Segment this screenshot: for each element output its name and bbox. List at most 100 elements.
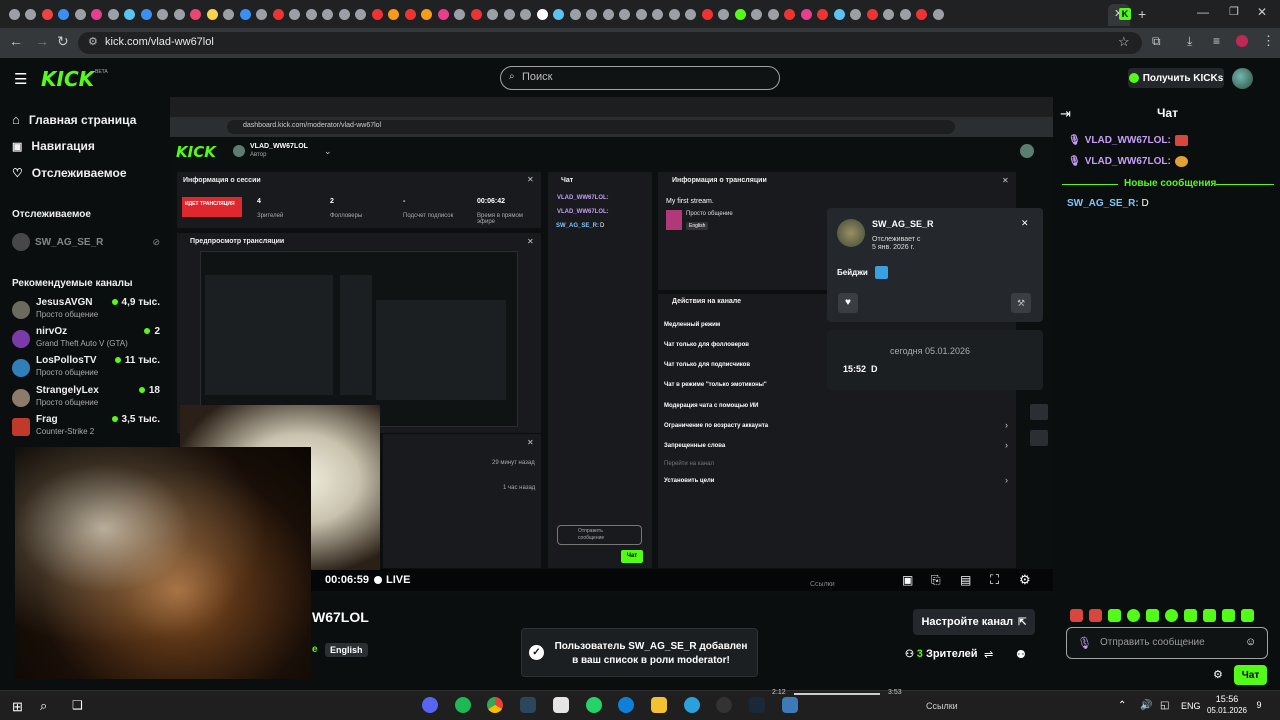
reading-list-icon[interactable]: ≡	[1213, 34, 1220, 48]
browser-tab[interactable]	[23, 0, 39, 28]
browser-tab[interactable]	[518, 0, 534, 28]
browser-tab[interactable]	[72, 0, 88, 28]
browser-tab[interactable]	[468, 0, 484, 28]
chat-username[interactable]: VLAD_WW67LOL:	[1085, 135, 1171, 146]
category-link[interactable]: е	[312, 644, 318, 655]
emote-icon[interactable]	[1127, 609, 1140, 622]
browser-tab[interactable]	[221, 0, 237, 28]
browser-tab[interactable]	[782, 0, 798, 28]
recommended-channel[interactable]: JesusAVGN Просто общение 4,9 тыс.	[12, 297, 160, 325]
whatsapp-icon[interactable]	[586, 697, 602, 713]
back-icon[interactable]: ←	[9, 33, 23, 49]
chat-settings-icon[interactable]: ⚙	[1213, 668, 1223, 681]
browser-tab[interactable]	[303, 0, 319, 28]
browser-tab[interactable]	[237, 0, 253, 28]
emoji-picker-icon[interactable]: ☺	[1245, 636, 1256, 648]
clip-icon[interactable]: ⎘	[931, 573, 941, 588]
share-icon[interactable]: ⇌	[984, 648, 993, 661]
forward-icon[interactable]: →	[35, 33, 49, 49]
browser-tab[interactable]	[551, 0, 567, 28]
volume-icon[interactable]: 🔊	[1140, 700, 1152, 711]
emote-icon[interactable]	[1070, 609, 1083, 622]
download-icon[interactable]: ⤓	[1187, 34, 1192, 49]
emote-icon[interactable]	[1241, 609, 1254, 622]
app-icon[interactable]	[782, 697, 798, 713]
search-icon[interactable]: ⌕	[40, 698, 47, 714]
emote-icon[interactable]	[1089, 609, 1102, 622]
chat-send-button[interactable]: Чат	[1234, 665, 1267, 685]
browser-tab[interactable]	[320, 0, 336, 28]
browser-tab[interactable]	[122, 0, 138, 28]
browser-tab[interactable]	[897, 0, 913, 28]
browser-tab[interactable]	[881, 0, 897, 28]
browser-tab[interactable]	[6, 0, 22, 28]
telegram-icon[interactable]	[684, 697, 700, 713]
sidebar-item-home[interactable]: ⌂ Главная страница	[12, 112, 136, 127]
browser-tab[interactable]	[815, 0, 831, 28]
clock-time[interactable]: 15:56	[1212, 694, 1242, 704]
discord-icon[interactable]	[422, 697, 438, 713]
browser-tab[interactable]	[155, 0, 171, 28]
recommended-channel[interactable]: Frag Counter-Strike 2 3,5 тыс.	[12, 414, 160, 442]
browser-tab[interactable]	[353, 0, 369, 28]
recommended-channel[interactable]: StrangelyLex Просто общение 18	[12, 385, 160, 413]
configure-channel-button[interactable]: Настройте канал ⇱	[913, 609, 1035, 635]
theater-mode-icon[interactable]: ▣	[902, 573, 913, 587]
browser-tab[interactable]	[419, 0, 435, 28]
browser-tab[interactable]	[716, 0, 732, 28]
browser-tab[interactable]	[435, 0, 451, 28]
emote-icon[interactable]	[1184, 609, 1197, 622]
recommended-channel[interactable]: nirvOz Grand Theft Auto V (GTA) 2	[12, 326, 160, 354]
browser-tab[interactable]	[39, 0, 55, 28]
pip-icon[interactable]: ▤	[960, 573, 971, 587]
browser-tab[interactable]	[204, 0, 220, 28]
task-view-icon[interactable]: ❑	[72, 698, 83, 712]
browser-tab[interactable]	[633, 0, 649, 28]
browser-tab[interactable]	[105, 0, 121, 28]
notifications-icon[interactable]: 9	[1252, 698, 1266, 712]
browser-tab[interactable]	[930, 0, 946, 28]
browser-tab[interactable]	[485, 0, 501, 28]
profile-icon[interactable]	[1236, 35, 1248, 47]
browser-tab[interactable]	[402, 0, 418, 28]
minimize-button[interactable]: —	[1197, 5, 1209, 19]
browser-tab[interactable]	[452, 0, 468, 28]
new-tab-button[interactable]: +	[1138, 6, 1146, 22]
browser-tab[interactable]	[534, 0, 550, 28]
app-icon[interactable]	[651, 697, 667, 713]
reload-icon[interactable]: ↻	[57, 33, 69, 50]
browser-tab[interactable]	[89, 0, 105, 28]
chrome-icon[interactable]	[487, 697, 503, 713]
sidebar-item-browse[interactable]: ▣ Навигация	[12, 139, 95, 153]
browser-tab[interactable]	[914, 0, 930, 28]
browser-tab[interactable]	[584, 0, 600, 28]
browser-tab[interactable]	[831, 0, 847, 28]
browser-tab[interactable]	[56, 0, 72, 28]
browser-tab[interactable]	[765, 0, 781, 28]
collapse-chat-icon[interactable]: ⇥	[1060, 106, 1071, 122]
browser-tab[interactable]	[848, 0, 864, 28]
chat-username[interactable]: SW_AG_SE_R:	[1067, 198, 1139, 209]
following-channel[interactable]: SW_AG_SE_R ⊘	[12, 233, 160, 251]
browser-tab[interactable]	[386, 0, 402, 28]
edge-icon[interactable]	[618, 697, 634, 713]
browser-menu-icon[interactable]: ⋮	[1262, 33, 1275, 49]
chat-username[interactable]: VLAD_WW67LOL:	[1085, 156, 1171, 167]
bookmark-star-icon[interactable]: ☆	[1118, 34, 1130, 50]
browser-tab[interactable]	[171, 0, 187, 28]
browser-tab[interactable]	[666, 0, 682, 28]
get-kicks-button[interactable]: Получить KICKs	[1128, 68, 1224, 88]
browser-tab[interactable]	[270, 0, 286, 28]
clock-date[interactable]: 05.01.2026	[1204, 706, 1250, 715]
browser-tab[interactable]	[650, 0, 666, 28]
browser-tab[interactable]	[501, 0, 517, 28]
hamburger-menu-icon[interactable]: ☰	[14, 70, 27, 88]
browser-tab[interactable]	[699, 0, 715, 28]
emote-icon[interactable]	[1222, 609, 1235, 622]
spotify-icon[interactable]	[455, 697, 471, 713]
browser-tab[interactable]	[732, 0, 748, 28]
site-info-icon[interactable]: ⚙	[88, 35, 98, 48]
browser-tab[interactable]	[683, 0, 699, 28]
browser-tab[interactable]	[600, 0, 616, 28]
language-tag[interactable]: English	[325, 643, 368, 657]
